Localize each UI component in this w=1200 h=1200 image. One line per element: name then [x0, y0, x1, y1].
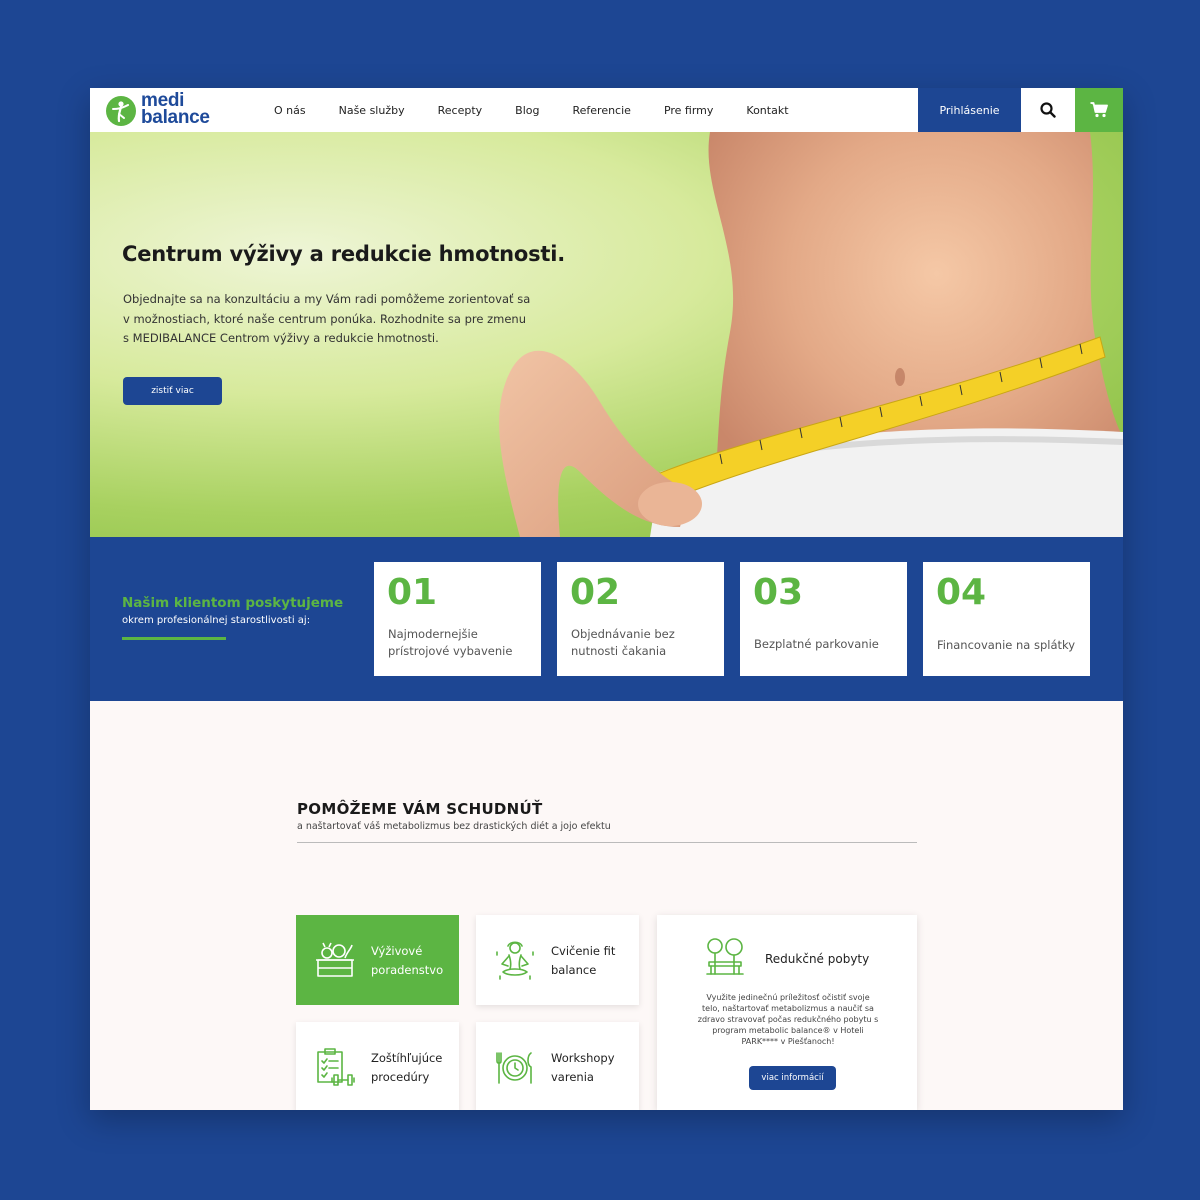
service-fit-balance[interactable]: Cvičenie fit balance — [476, 915, 639, 1005]
benefit-card: 01 Najmodernejšie prístrojové vybavenie — [374, 562, 541, 676]
login-button[interactable]: Prihlásenie — [918, 88, 1021, 132]
search-icon — [1040, 102, 1056, 118]
service-label: Workshopy varenia — [551, 1051, 615, 1084]
benefits-band: Našim klientom poskytujeme okrem profesi… — [90, 537, 1123, 701]
benefit-text: Bezplatné parkovanie — [754, 637, 879, 651]
hero-description: Objednajte sa na konzultáciu a my Vám ra… — [123, 292, 531, 345]
benefit-number: 01 — [387, 572, 438, 613]
service-label: Cvičenie fit balance — [551, 944, 616, 977]
more-info-button[interactable]: viac informácií — [749, 1066, 836, 1090]
benefit-card: 03 Bezplatné parkovanie — [740, 562, 907, 676]
benefits-subtitle: okrem profesionálnej starostlivosti aj: — [122, 615, 311, 626]
search-button[interactable] — [1021, 88, 1075, 132]
benefit-text: Najmodernejšie prístrojové vybavenie — [388, 627, 513, 658]
service-cooking-workshops[interactable]: Workshopy varenia — [476, 1022, 639, 1110]
vegetable-crate-icon — [316, 942, 354, 977]
hero-title: Centrum výživy a redukcie hmotnosti. — [122, 242, 566, 266]
top-navigation: medi balance O nás Naše služby Recepty B… — [90, 88, 1123, 132]
plate-cutlery-icon — [496, 1052, 532, 1084]
nav-item-blog[interactable]: Blog — [515, 104, 539, 117]
service-label: Zoštíhľujúce procedúry — [371, 1051, 443, 1084]
service-nutrition-counseling[interactable]: Výživové poradenstvo — [296, 915, 459, 1005]
benefit-card: 04 Financovanie na splátky — [923, 562, 1090, 676]
services-subtitle: a naštartovať váš metabolizmus bez drast… — [297, 821, 611, 832]
page: medi balance O nás Naše služby Recepty B… — [90, 88, 1123, 1110]
benefit-text: Objednávanie bez nutnosti čakania — [571, 627, 675, 658]
benefit-number: 03 — [753, 572, 804, 613]
logo-line-2: balance — [141, 107, 210, 128]
featured-description: Využite jedinečnú príležitosť očistiť sv… — [697, 993, 879, 1046]
nav-item-recepty[interactable]: Recepty — [438, 104, 483, 117]
benefit-number: 02 — [570, 572, 621, 613]
hero-banner: Centrum výživy a redukcie hmotnosti. Obj… — [90, 132, 1123, 537]
featured-title: Redukčné pobyty — [765, 952, 870, 966]
nav-item-kontakt[interactable]: Kontakt — [746, 104, 788, 117]
nav-item-referencie[interactable]: Referencie — [572, 104, 630, 117]
nav-item-pre-firmy[interactable]: Pre firmy — [664, 104, 713, 117]
nav-item-o-nas[interactable]: O nás — [274, 104, 306, 117]
cart-icon — [1090, 102, 1108, 118]
park-bench-icon — [706, 938, 744, 975]
nav-item-nase-sluzby[interactable]: Naše služby — [339, 104, 405, 117]
logo-mark-icon — [106, 96, 136, 126]
logo[interactable]: medi balance — [106, 91, 226, 128]
learn-more-button[interactable]: zistiť viac — [123, 377, 222, 405]
service-label: Výživové poradenstvo — [371, 944, 444, 977]
logo-text: medi balance — [141, 91, 210, 128]
benefit-text: Financovanie na splátky — [937, 638, 1076, 652]
benefits-title: Našim klientom poskytujeme — [122, 595, 344, 611]
services-title: POMÔŽEME VÁM SCHUDNÚŤ — [297, 800, 543, 818]
hero-image — [499, 132, 1123, 537]
cart-button[interactable] — [1075, 88, 1123, 132]
benefits-underline — [122, 637, 226, 640]
service-slimming-procedures[interactable]: Zoštíhľujúce procedúry — [296, 1022, 459, 1110]
yoga-icon — [496, 941, 534, 980]
main-menu: O nás Naše služby Recepty Blog Referenci… — [274, 88, 822, 132]
benefit-card: 02 Objednávanie bez nutnosti čakania — [557, 562, 724, 676]
divider — [297, 842, 917, 843]
benefit-number: 04 — [936, 572, 987, 613]
clipboard-dumbbell-icon — [317, 1048, 355, 1086]
featured-service-card: Redukčné pobyty Využite jedinečnú prílež… — [657, 915, 917, 1110]
